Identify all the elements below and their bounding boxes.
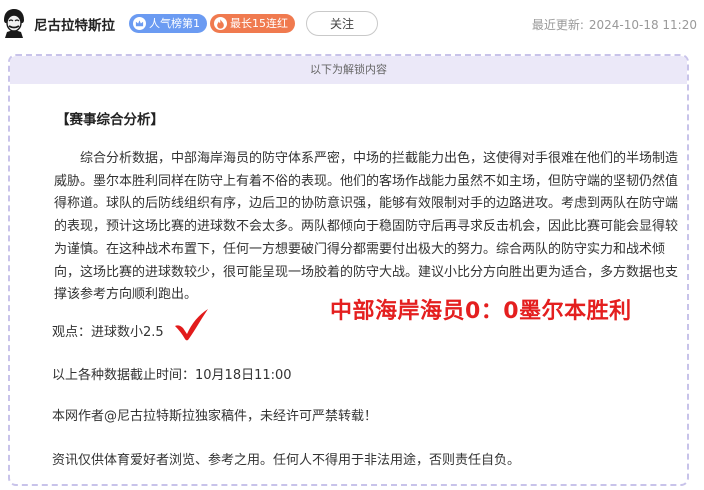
- viewpoint-line: 观点：进球数小2.5: [52, 325, 164, 340]
- streak-badge: 最长15连红: [210, 14, 295, 33]
- follow-button[interactable]: 关注: [306, 11, 378, 36]
- author-name[interactable]: 尼古拉特斯拉: [34, 14, 115, 34]
- score-prediction-overlay: 中部海岸海员0：0墨尔本胜利: [330, 299, 632, 324]
- copyright-line: 本网作者@尼古拉特斯拉独家稿件，未经许可严禁转载！: [52, 409, 378, 424]
- popularity-badge: 人气榜第1: [129, 14, 207, 33]
- author-header: 尼古拉特斯拉 人气榜第1 最长15连红 关注 最近更新: 2024-10-18 1…: [0, 0, 704, 48]
- last-update-label: 最近更新:: [531, 18, 584, 32]
- crown-icon: [133, 17, 146, 30]
- author-avatar[interactable]: [0, 8, 28, 38]
- popularity-badge-label: 人气榜第1: [149, 17, 200, 30]
- streak-badge-label: 最长15连红: [230, 17, 288, 30]
- flame-icon: [214, 17, 227, 30]
- data-cutoff-line: 以上各种数据截止时间：10月18日11:00: [52, 368, 292, 383]
- last-update: 最近更新: 2024-10-18 11:20: [527, 16, 697, 33]
- last-update-time: 2024-10-18 11:20: [588, 18, 697, 32]
- red-checkmark-icon: [175, 309, 208, 341]
- analysis-paragraph: 综合分析数据，中部海岸海员的防守体系严密，中场的拦截能力出色，这使得对手很难在他…: [54, 151, 679, 303]
- unlock-notice: 以下为解锁内容: [10, 56, 687, 84]
- section-title: 【赛事综合分析】: [56, 112, 164, 128]
- disclaimer-line: 资讯仅供体育爱好者浏览、参考之用。任何人不得用于非法用途，否则责任自负。: [52, 453, 521, 468]
- portrait-avatar-icon: [4, 9, 24, 38]
